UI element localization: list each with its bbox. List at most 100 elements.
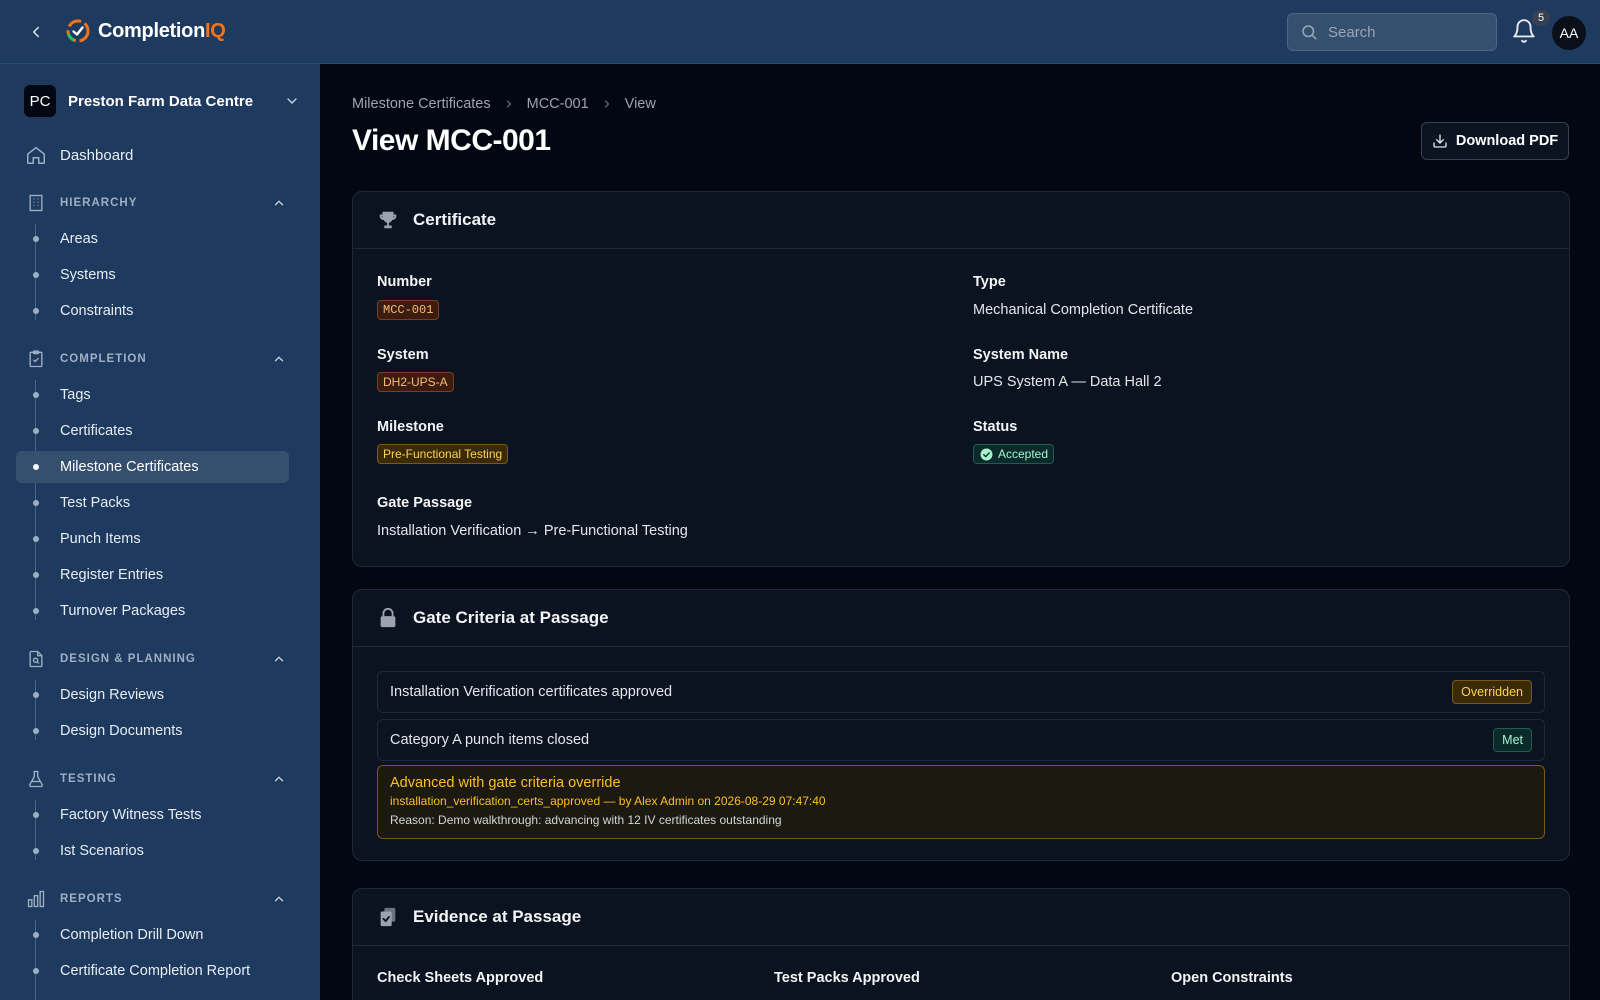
sidebar-item-label: Completion Drill Down	[60, 927, 204, 943]
certificate-number-chip: MCC-001	[377, 300, 440, 320]
sidebar-item-label: Factory Witness Tests	[60, 807, 202, 823]
bullet-dot	[33, 392, 39, 398]
criteria-row: Installation Verification certificates a…	[377, 671, 1545, 713]
breadcrumb-item[interactable]: Milestone Certificates	[352, 96, 491, 112]
bullet-dot	[33, 692, 39, 698]
bullet-dot	[33, 968, 39, 974]
criteria-text: Category A punch items closed	[390, 732, 590, 748]
building-icon	[29, 194, 43, 212]
check-circle-icon	[980, 448, 993, 460]
sidebar-item-design-reviews[interactable]: Design Reviews	[16, 679, 289, 711]
sidebar-item-tags[interactable]: Tags	[16, 379, 289, 411]
bullet-dot	[33, 236, 39, 242]
card-header: Certificate	[353, 192, 1569, 249]
card-title: Gate Criteria at Passage	[413, 608, 609, 627]
status-text: Accepted	[998, 447, 1049, 461]
bullet-dot	[33, 572, 39, 578]
criteria-row: Category A punch items closed Met	[377, 719, 1545, 761]
sidebar-item-turnover-packages[interactable]: Turnover Packages	[16, 595, 289, 627]
sidebar-item-milestone-certificates[interactable]: Milestone Certificates	[16, 451, 289, 483]
clipboard-copy-icon	[380, 907, 396, 927]
sidebar-item-ist-scenarios[interactable]: Ist Scenarios	[16, 835, 289, 867]
override-detail: installation_verification_certs_approved…	[390, 794, 826, 808]
number-label: Number	[377, 274, 432, 290]
sidebar-item-completion-drill-down[interactable]: Completion Drill Down	[16, 919, 289, 951]
home-icon	[27, 146, 45, 164]
sidebar-item-label: Tags	[60, 387, 91, 403]
sidebar-item-label: Dashboard	[60, 146, 134, 164]
certificate-card: Certificate Number MCC-001 Type Mechanic…	[352, 191, 1570, 567]
gate-passage-value: Installation Verification → Pre-Function…	[377, 523, 688, 539]
sidebar-item-label: Areas	[60, 231, 98, 247]
notification-count-badge: 5	[1532, 10, 1550, 26]
system-name-label: System Name	[973, 347, 1069, 363]
sidebar-item-label: Constraints	[60, 303, 134, 319]
project-initials: PC	[24, 85, 56, 117]
sidebar-item-dashboard[interactable]: Dashboard	[16, 137, 289, 173]
sidebar-item-design-documents[interactable]: Design Documents	[16, 715, 289, 747]
section-label: DESIGN & PLANNING	[60, 653, 196, 665]
card-header: Evidence at Passage	[353, 889, 1569, 946]
sidebar-item-systems[interactable]: Systems	[16, 259, 289, 291]
main-content: Milestone Certificates MCC-001 View View…	[320, 64, 1600, 1000]
project-name: Preston Farm Data Centre	[68, 92, 254, 110]
section-completion[interactable]: COMPLETION	[16, 347, 289, 371]
file-search-icon	[29, 650, 43, 668]
chevron-right-icon	[604, 100, 610, 108]
chevron-up-icon	[274, 896, 284, 902]
criteria-text: Installation Verification certificates a…	[390, 684, 673, 700]
project-selector[interactable]: PC Preston Farm Data Centre	[24, 83, 300, 119]
breadcrumb-item[interactable]: MCC-001	[527, 96, 589, 112]
sidebar-item-label: Certificates	[60, 423, 133, 439]
chevron-up-icon	[274, 656, 284, 662]
section-label: REPORTS	[60, 893, 123, 905]
gate-passage-label: Gate Passage	[377, 495, 473, 511]
status-label: Status	[973, 419, 1018, 435]
card-header: Gate Criteria at Passage	[353, 590, 1569, 647]
bullet-dot	[33, 500, 39, 506]
sidebar-item-label: Punch Items	[60, 531, 141, 547]
override-reason: Reason: Demo walkthrough: advancing with…	[390, 813, 782, 827]
back-arrow-icon[interactable]	[24, 20, 48, 44]
section-reports[interactable]: REPORTS	[16, 887, 289, 911]
sidebar-item-label: Register Entries	[60, 567, 164, 583]
clipboard-check-icon	[29, 350, 43, 368]
system-name-value: UPS System A — Data Hall 2	[973, 374, 1162, 390]
evidence-column-label: Check Sheets Approved	[377, 970, 544, 986]
search-box[interactable]	[1287, 13, 1497, 51]
card-title: Certificate	[413, 210, 497, 229]
bullet-dot	[33, 536, 39, 542]
section-hierarchy[interactable]: HIERARCHY	[16, 191, 289, 215]
sidebar-item-areas[interactable]: Areas	[16, 223, 289, 255]
sidebar-item-factory-witness-tests[interactable]: Factory Witness Tests	[16, 799, 289, 831]
bullet-dot	[33, 608, 39, 614]
sidebar-item-certificate-completion-report[interactable]: Certificate Completion Report	[16, 955, 289, 987]
sidebar-item-punch-items[interactable]: Punch Items	[16, 523, 289, 555]
page-title: View MCC-001	[352, 124, 551, 157]
bullet-dot	[33, 272, 39, 278]
sidebar-item-certificates[interactable]: Certificates	[16, 415, 289, 447]
system-chip[interactable]: DH2-UPS-A	[377, 372, 454, 392]
evidence-column-label: Open Constraints	[1171, 970, 1293, 986]
download-pdf-button[interactable]: Download PDF	[1421, 122, 1569, 160]
trophy-icon	[379, 211, 397, 229]
brand[interactable]: CompletionIQ	[66, 19, 226, 43]
sidebar-item-label: Design Reviews	[60, 687, 164, 703]
sidebar-item-test-packs[interactable]: Test Packs	[16, 487, 289, 519]
criteria-status-badge: Overridden	[1452, 680, 1532, 704]
milestone-label: Milestone	[377, 419, 444, 435]
breadcrumb-item: View	[624, 96, 656, 112]
section-testing[interactable]: TESTING	[16, 767, 289, 791]
system-label: System	[377, 347, 429, 363]
criteria-status-badge: Met	[1493, 728, 1532, 752]
sidebar-item-label: Test Packs	[60, 495, 131, 511]
bullet-dot	[33, 464, 39, 470]
section-design-planning[interactable]: DESIGN & PLANNING	[16, 647, 289, 671]
chevron-up-icon	[274, 200, 284, 206]
sidebar-item-register-entries[interactable]: Register Entries	[16, 559, 289, 591]
sidebar-item-constraints[interactable]: Constraints	[16, 295, 289, 327]
user-avatar[interactable]: AA	[1552, 16, 1586, 50]
search-input[interactable]	[1328, 23, 1478, 41]
override-notice: Advanced with gate criteria override ins…	[377, 765, 1545, 839]
sidebar-item-label: Turnover Packages	[60, 603, 186, 619]
